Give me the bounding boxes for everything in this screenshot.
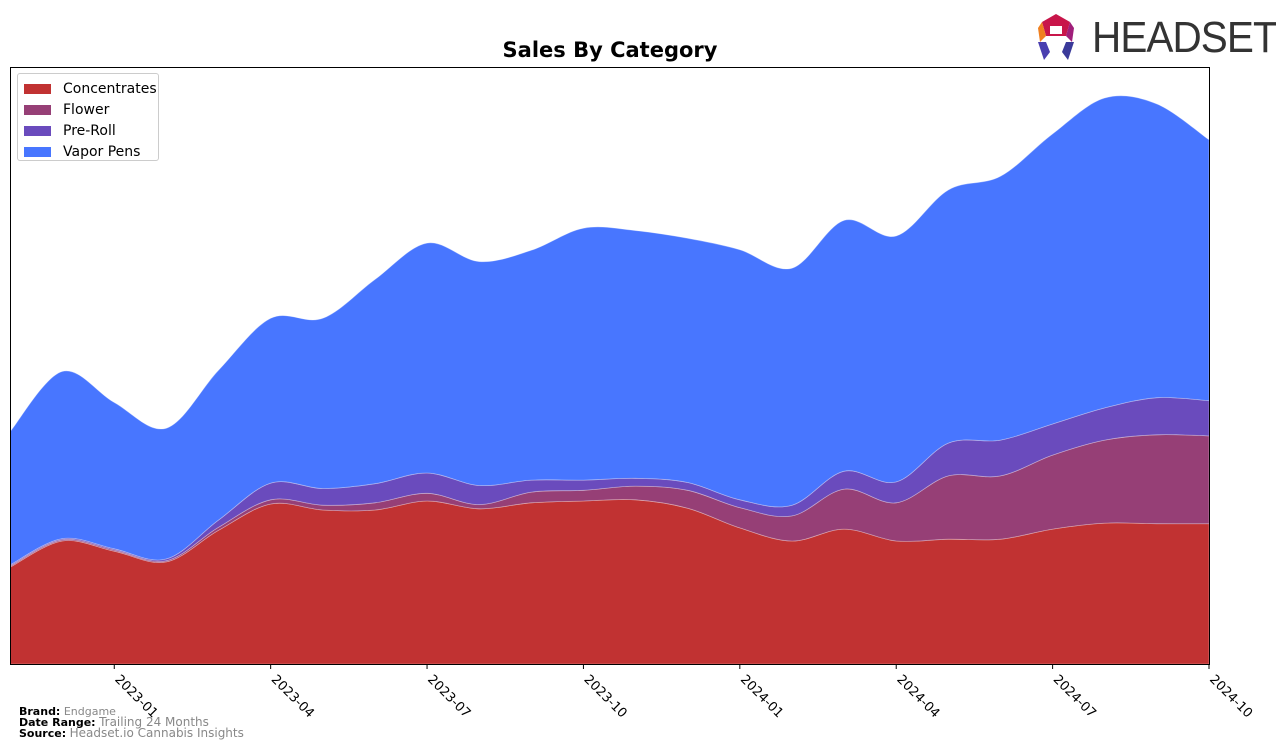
x-tick-label: 2023-04 bbox=[268, 672, 317, 721]
legend-swatch bbox=[24, 125, 51, 136]
legend-swatch bbox=[24, 83, 51, 94]
legend-label: Vapor Pens bbox=[63, 143, 141, 160]
x-tick-label: 2024-10 bbox=[1206, 672, 1255, 721]
legend-item-concentrates: Concentrates bbox=[18, 78, 158, 99]
source-label: Source: bbox=[19, 727, 67, 740]
source-value: Headset.io Cannabis Insights bbox=[69, 726, 244, 740]
legend-label: Concentrates bbox=[63, 80, 157, 97]
x-tick-label: 2024-01 bbox=[737, 672, 786, 721]
x-tick-label: 2024-07 bbox=[1050, 672, 1099, 721]
chart-footer: Brand: Endgame Date Range: Trailing 24 M… bbox=[19, 706, 244, 740]
legend-swatch bbox=[24, 104, 51, 115]
legend-item-vapor-pens: Vapor Pens bbox=[18, 141, 158, 162]
x-tick-label: 2024-04 bbox=[893, 672, 942, 721]
stacked-area-chart: 2023-01 2023-04 2023-07 2023-10 2024-01 2024-… bbox=[9, 67, 1255, 721]
legend-item-pre-roll: Pre-Roll bbox=[18, 120, 158, 141]
legend-swatch bbox=[24, 146, 51, 157]
chart-legend: Concentrates Flower Pre-Roll Vapor Pens bbox=[17, 73, 159, 161]
legend-label: Pre-Roll bbox=[63, 122, 116, 139]
legend-item-flower: Flower bbox=[18, 99, 158, 120]
legend-label: Flower bbox=[63, 101, 110, 118]
x-tick-label: 2023-10 bbox=[581, 672, 630, 721]
x-tick-label: 2023-07 bbox=[424, 672, 473, 721]
